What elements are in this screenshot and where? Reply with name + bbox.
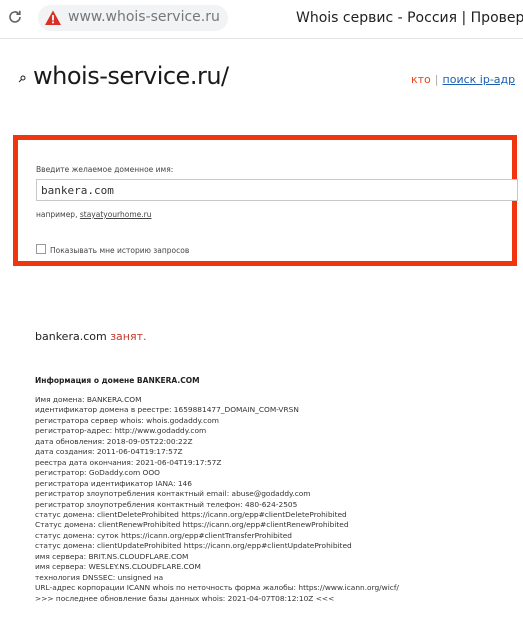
address-url[interactable]: www.whois-service.ru <box>68 9 220 25</box>
whois-line: статус домена: clientDeleteProhibited ht… <box>35 509 347 519</box>
whois-line: регистратора сервер whois: whois.godaddy… <box>35 415 219 425</box>
history-checkbox[interactable] <box>36 244 46 254</box>
whois-line: Статус домена: clientRenewProhibited htt… <box>35 520 349 530</box>
whois-line: дата обновления: 2018-09-05T22:00:22Z <box>35 436 193 446</box>
whois-line: регистратор-адрес: http://www.godaddy.co… <box>35 426 207 436</box>
whois-line: дата создания: 2011-06-04T19:17:57Z <box>35 447 183 457</box>
who-link[interactable]: кто <box>411 73 431 86</box>
domain-search-form: Введите желаемое доменное имя: например,… <box>13 135 518 266</box>
site-logo[interactable]: whois-service.ru/ <box>33 62 229 90</box>
availability-result: bankera.com занят. <box>35 330 147 343</box>
search-icon <box>18 75 26 83</box>
whois-line: реестра дата окончания: 2021-06-04T19:17… <box>35 457 222 467</box>
whois-line: Имя домена: BANKERA.COM <box>35 395 142 404</box>
whois-line: идентификатор домена в реестре: 16598814… <box>35 405 299 415</box>
whois-line: URL-адрес корпорации ICANN whois по нето… <box>35 583 399 593</box>
whois-line: имя сервера: WESLEY.NS.CLOUDFLARE.COM <box>35 562 201 572</box>
example-prefix: например, <box>36 210 78 219</box>
whois-line: >>> последнее обновление базы данных who… <box>35 593 335 603</box>
ip-search-link[interactable]: поиск ip-адр <box>443 73 516 86</box>
whois-line: регистратора идентификатор IANA: 146 <box>35 478 192 488</box>
history-label[interactable]: Показывать мне историю запросов <box>50 246 189 255</box>
address-bar[interactable]: www.whois-service.ru <box>38 5 228 31</box>
link-divider: | <box>434 73 439 86</box>
whois-record-list: Имя домена: BANKERA.COM идентификатор до… <box>35 395 399 604</box>
whois-info-title: Информация о домене BANKERA.COM <box>35 376 200 385</box>
example-link[interactable]: stayatyourhome.ru <box>80 210 152 219</box>
whois-line: регистратор: GoDaddy.com ООО <box>35 468 160 478</box>
whois-line: регистратор злоупотребления контактный e… <box>35 489 311 499</box>
whois-line: статус домена: clientUpdateProhibited ht… <box>35 541 352 551</box>
whois-line: имя сервера: BRIT.NS.CLOUDFLARE.COM <box>35 551 189 561</box>
history-option[interactable]: Показывать мне историю запросов <box>36 244 189 255</box>
domain-input-label: Введите желаемое доменное имя: <box>36 165 174 174</box>
top-nav-links: кто | поиск ip-адр <box>411 73 515 86</box>
whois-line: статус домена: суток https://icann.org/e… <box>35 530 292 540</box>
not-secure-warning-icon[interactable] <box>44 9 62 27</box>
example-hint: например, stayatyourhome.ru <box>36 210 152 219</box>
whois-line: технология DNSSEC: unsigned на <box>35 572 164 582</box>
reload-icon[interactable] <box>6 8 24 26</box>
page-title: Whois сервис - Россия | Провер <box>296 10 523 26</box>
result-status: занят. <box>110 330 147 343</box>
whois-line: регистратор злоупотребления контактный т… <box>35 499 298 509</box>
domain-input[interactable] <box>36 179 518 201</box>
result-domain: bankera.com <box>35 330 107 343</box>
browser-toolbar: www.whois-service.ru Whois сервис - Росс… <box>0 0 523 39</box>
